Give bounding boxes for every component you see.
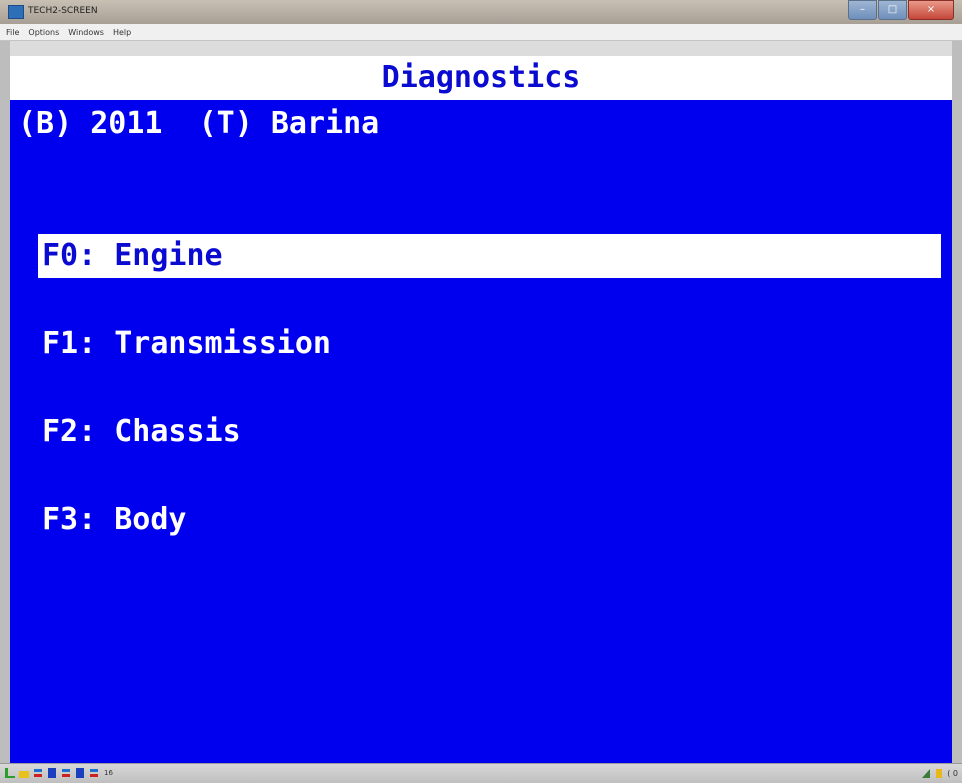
vehicle-info: (B) 2011 (T) Barina	[18, 106, 380, 141]
plug-icon[interactable]	[60, 767, 72, 779]
close-button[interactable]: ×	[908, 0, 954, 20]
window-title: TECH2-SCREEN	[28, 6, 98, 16]
menu-option-body[interactable]: F3: Body	[38, 498, 941, 542]
maximize-button[interactable]: □	[878, 0, 907, 20]
system-tray: ( 0	[918, 767, 958, 779]
window-controls: – □ ×	[847, 0, 954, 20]
diagnostics-screen: (B) 2011 (T) Barina F0: Engine F1: Trans…	[10, 100, 952, 763]
chip-blue-icon[interactable]	[74, 767, 86, 779]
screen-header: Diagnostics	[10, 56, 952, 100]
status-green-icon[interactable]	[4, 767, 16, 779]
menu-file[interactable]: File	[3, 28, 22, 37]
menu-option-chassis[interactable]: F2: Chassis	[38, 410, 941, 454]
tech2-window: TECH2-SCREEN – □ × File Options Windows …	[0, 0, 962, 783]
chip-blue-icon[interactable]	[46, 767, 58, 779]
status-count: 16	[104, 769, 113, 777]
title-bar[interactable]: TECH2-SCREEN – □ ×	[0, 0, 962, 24]
battery-icon[interactable]	[934, 767, 944, 779]
status-icons: 16	[4, 767, 113, 779]
app-icon	[8, 5, 24, 19]
left-border	[0, 41, 10, 763]
tray-text: ( 0	[947, 768, 958, 778]
minimize-button[interactable]: –	[848, 0, 877, 20]
status-bar: 16 ( 0	[0, 763, 962, 783]
menu-help[interactable]: Help	[110, 28, 134, 37]
plug-icon[interactable]	[88, 767, 100, 779]
menu-bar: File Options Windows Help	[0, 24, 962, 41]
bar-yellow-icon[interactable]	[18, 767, 30, 779]
menu-option-engine[interactable]: F0: Engine	[38, 234, 941, 278]
menu-options[interactable]: Options	[25, 28, 62, 37]
menu-windows[interactable]: Windows	[65, 28, 107, 37]
plug-icon[interactable]	[32, 767, 44, 779]
menu-option-transmission[interactable]: F1: Transmission	[38, 322, 941, 366]
screen-title: Diagnostics	[381, 60, 581, 95]
right-border	[952, 41, 962, 763]
network-icon[interactable]	[921, 767, 931, 779]
